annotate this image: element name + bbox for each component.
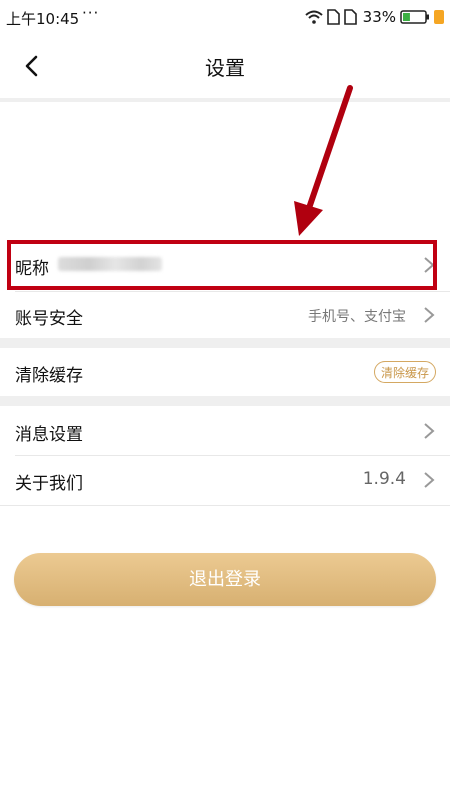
status-more-dots: ··· xyxy=(82,4,100,22)
notification-icon xyxy=(434,10,444,24)
clear-cache-row: 清除缓存 清除缓存 xyxy=(0,348,450,396)
battery-percent: 33% xyxy=(362,8,396,26)
nav-bar: 设置 xyxy=(0,34,450,98)
clear-cache-button[interactable]: 清除缓存 xyxy=(374,361,436,383)
message-settings-label: 消息设置 xyxy=(15,425,83,445)
status-time: 上午10:45 xyxy=(6,10,80,28)
chevron-right-icon xyxy=(424,472,435,488)
section-gap xyxy=(0,338,450,348)
battery-icon xyxy=(400,10,429,24)
annotation-highlight-box xyxy=(7,240,437,290)
status-bar: 上午10:45 ··· 33% xyxy=(0,0,450,34)
about-us-label: 关于我们 xyxy=(15,474,83,494)
divider xyxy=(0,98,450,102)
divider xyxy=(0,505,450,506)
logout-button[interactable]: 退出登录 xyxy=(14,553,436,606)
account-security-label: 账号安全 xyxy=(15,309,83,329)
section-gap xyxy=(0,396,450,406)
chevron-right-icon xyxy=(424,307,435,323)
sim-card-icon xyxy=(343,9,357,25)
status-icons: 33% xyxy=(304,6,444,28)
about-us-row[interactable]: 关于我们 1.9.4 xyxy=(0,456,450,505)
clear-cache-label: 清除缓存 xyxy=(15,366,83,386)
wifi-icon xyxy=(304,10,323,24)
account-security-row[interactable]: 账号安全 手机号、支付宝 xyxy=(0,292,450,338)
app-version: 1.9.4 xyxy=(362,469,406,489)
page-title: 设置 xyxy=(205,56,245,80)
sim-card-icon xyxy=(326,9,340,25)
account-security-value: 手机号、支付宝 xyxy=(308,309,406,325)
chevron-right-icon xyxy=(424,423,435,439)
message-settings-row[interactable]: 消息设置 xyxy=(0,406,450,455)
